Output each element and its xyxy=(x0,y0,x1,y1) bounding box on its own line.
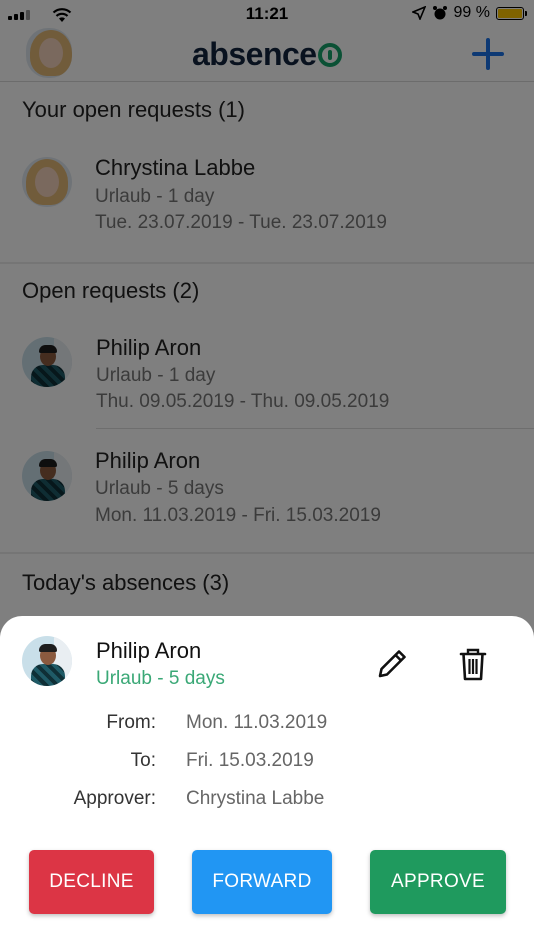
sheet-employee-name: Philip Aron xyxy=(96,638,202,663)
avatar xyxy=(22,636,72,686)
forward-button[interactable]: FORWARD xyxy=(192,850,332,914)
to-value: Fri. 15.03.2019 xyxy=(186,750,314,771)
to-label: To: xyxy=(130,750,156,771)
approver-label: Approver: xyxy=(73,788,156,809)
trash-icon[interactable] xyxy=(456,646,490,682)
decline-button[interactable]: DECLINE xyxy=(29,850,154,914)
approver-value: Chrystina Labbe xyxy=(186,788,325,809)
request-detail-sheet: Philip Aron Urlaub - 5 days From: Mon. 1… xyxy=(0,616,534,950)
edit-pencil-icon[interactable] xyxy=(376,646,410,680)
from-label: From: xyxy=(106,712,156,733)
approve-button[interactable]: APPROVE xyxy=(370,850,506,914)
from-value: Mon. 11.03.2019 xyxy=(186,712,328,733)
sheet-absence-type: Urlaub - 5 days xyxy=(96,668,225,689)
